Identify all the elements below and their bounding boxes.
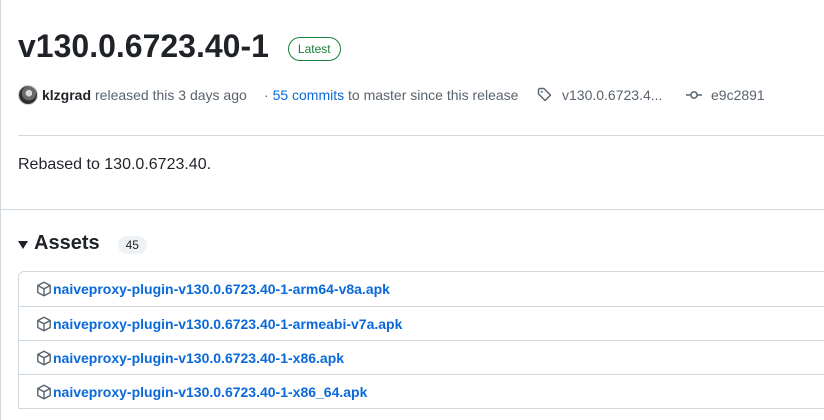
assets-count-badge: 45 bbox=[117, 235, 147, 254]
avatar[interactable] bbox=[18, 85, 38, 105]
git-commit-icon bbox=[686, 91, 702, 99]
commits-suffix: to master since this release bbox=[348, 87, 519, 103]
asset-link[interactable]: naiveproxy-plugin-v130.0.6723.40-1-arm64… bbox=[53, 281, 390, 297]
asset-list: naiveproxy-plugin-v130.0.6723.40-1-arm64… bbox=[18, 271, 824, 409]
asset-row: naiveproxy-plugin-v130.0.6723.40-1-arm64… bbox=[19, 272, 824, 306]
commit-link[interactable]: e9c2891 bbox=[686, 87, 765, 103]
release-header: v130.0.6723.40-1 Latest bbox=[18, 26, 341, 66]
assets-toggle[interactable]: Assets 45 bbox=[18, 232, 147, 255]
asset-row: naiveproxy-plugin-v130.0.6723.40-1-x86.a… bbox=[19, 340, 824, 374]
released-text: released this 3 days ago bbox=[95, 87, 247, 103]
commit-sha: e9c2891 bbox=[711, 87, 765, 103]
author-link[interactable]: klzgrad bbox=[42, 87, 91, 103]
commits-prefix: · bbox=[264, 87, 269, 103]
commits-summary: · 55 commits to master since this releas… bbox=[264, 87, 518, 103]
package-icon bbox=[37, 281, 51, 297]
assets-title: Assets bbox=[34, 232, 100, 254]
asset-link[interactable]: naiveproxy-plugin-v130.0.6723.40-1-armea… bbox=[53, 316, 402, 332]
package-icon bbox=[37, 350, 51, 365]
release-panel: v130.0.6723.40-1 Latest klzgrad released… bbox=[0, 0, 824, 420]
tag-link[interactable]: v130.0.6723.4... bbox=[537, 87, 662, 103]
release-notes: Rebased to 130.0.6723.40. bbox=[18, 156, 212, 173]
asset-row: naiveproxy-plugin-v130.0.6723.40-1-armea… bbox=[19, 306, 824, 340]
asset-link[interactable]: naiveproxy-plugin-v130.0.6723.40-1-x86.a… bbox=[53, 350, 344, 366]
asset-row: naiveproxy-plugin-v130.0.6723.40-1-x86_6… bbox=[19, 374, 824, 408]
caret-down-icon bbox=[18, 240, 28, 249]
package-icon bbox=[37, 316, 51, 331]
release-title[interactable]: v130.0.6723.40-1 bbox=[18, 28, 269, 65]
asset-link[interactable]: naiveproxy-plugin-v130.0.6723.40-1-x86_6… bbox=[53, 384, 367, 400]
tag-icon bbox=[537, 87, 552, 102]
tag-name: v130.0.6723.4... bbox=[562, 87, 663, 103]
commits-link[interactable]: 55 commits bbox=[273, 87, 345, 103]
latest-badge: Latest bbox=[287, 37, 341, 61]
package-icon bbox=[37, 384, 51, 399]
release-meta: klzgrad released this 3 days ago · 55 co… bbox=[18, 83, 765, 107]
header-divider bbox=[18, 135, 824, 136]
notes-divider bbox=[1, 209, 824, 210]
